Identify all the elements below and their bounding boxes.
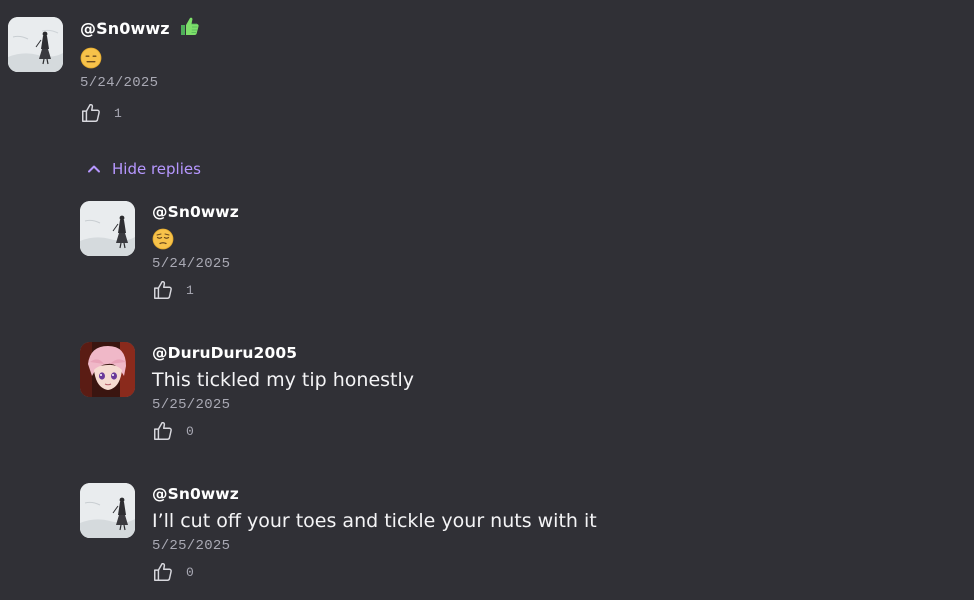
like-count: 0 xyxy=(186,423,194,439)
comment-text xyxy=(152,224,239,254)
like-button[interactable]: 1 xyxy=(152,278,239,302)
comment-date: 5/25/2025 xyxy=(152,397,231,413)
comment-date: 5/25/2025 xyxy=(152,538,231,554)
comment: @Sn0wwz 5/24/2025 1 xyxy=(8,17,200,125)
username[interactable]: @Sn0wwz xyxy=(152,203,239,221)
comment-header: @Sn0wwz xyxy=(152,201,239,223)
comment-text: This tickled my tip honestly xyxy=(152,369,415,391)
anime-character-avatar-image xyxy=(80,342,135,397)
expressionless-face-emoji xyxy=(80,47,102,69)
reply-comment: @Sn0wwz 5/24/2025 1 xyxy=(80,201,239,302)
like-button[interactable]: 0 xyxy=(152,419,414,443)
avatar[interactable] xyxy=(8,17,63,72)
hide-replies-button[interactable]: Hide replies xyxy=(86,160,201,178)
pensive-face-emoji xyxy=(152,228,174,250)
thumbs-up-icon xyxy=(154,562,172,581)
reply-comment: @DuruDuru2005 This tickled my tip honest… xyxy=(80,342,414,443)
thumbs-up-icon xyxy=(154,280,172,299)
comment-thread: @Sn0wwz 5/24/2025 1 Hide replies @Sn0wwz… xyxy=(0,0,974,600)
like-count: 1 xyxy=(114,105,122,121)
reply-comment: @Sn0wwz I’ll cut off your toes and tickl… xyxy=(80,483,597,584)
comment-body: @Sn0wwz 5/24/2025 1 xyxy=(152,201,239,302)
avatar[interactable] xyxy=(80,201,135,256)
like-count: 0 xyxy=(186,564,194,580)
thumbs-up-icon xyxy=(154,421,172,440)
avatar[interactable] xyxy=(80,483,135,538)
comment-body: @Sn0wwz I’ll cut off your toes and tickl… xyxy=(152,483,597,584)
comment-text: I’ll cut off your toes and tickle your n… xyxy=(152,510,597,532)
comment-header: @Sn0wwz xyxy=(80,17,200,39)
comment-date: 5/24/2025 xyxy=(80,75,159,91)
comment-header: @Sn0wwz xyxy=(152,483,597,505)
chevron-up-icon xyxy=(88,165,100,173)
like-button[interactable]: 1 xyxy=(80,101,200,125)
avatar[interactable] xyxy=(80,342,135,397)
comment-date: 5/24/2025 xyxy=(152,256,231,272)
hide-replies-label: Hide replies xyxy=(112,160,201,178)
comment-body: @DuruDuru2005 This tickled my tip honest… xyxy=(152,342,414,443)
like-count: 1 xyxy=(186,282,194,298)
snowy-figure-avatar-image xyxy=(80,201,135,256)
thumbs-up-badge-icon xyxy=(178,15,200,41)
comment-text xyxy=(80,43,200,73)
comment-body: @Sn0wwz 5/24/2025 1 xyxy=(80,17,200,125)
snowy-figure-avatar-image xyxy=(8,17,63,72)
comment-header: @DuruDuru2005 xyxy=(152,342,414,364)
snowy-figure-avatar-image xyxy=(80,483,135,538)
username[interactable]: @DuruDuru2005 xyxy=(152,344,297,362)
like-button[interactable]: 0 xyxy=(152,560,597,584)
username[interactable]: @Sn0wwz xyxy=(80,19,170,38)
thumbs-up-icon xyxy=(82,103,100,122)
username[interactable]: @Sn0wwz xyxy=(152,485,239,503)
